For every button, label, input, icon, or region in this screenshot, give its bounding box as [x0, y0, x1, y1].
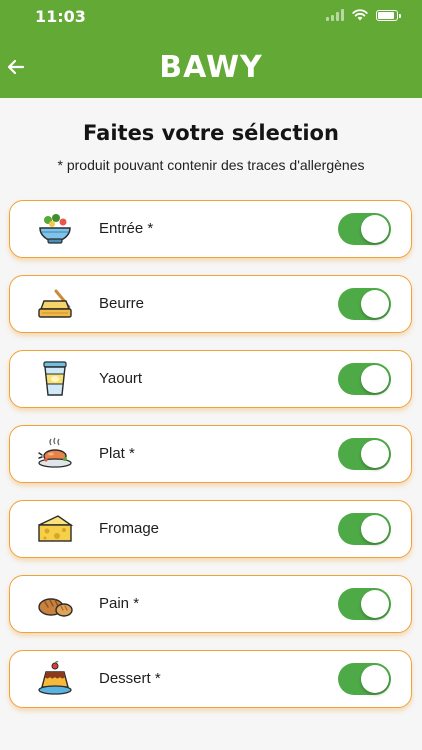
toggle-switch[interactable] [338, 288, 391, 320]
bread-icon [36, 585, 74, 623]
battery-icon [376, 9, 401, 21]
toggle-switch[interactable] [338, 588, 391, 620]
page-title: Faites votre sélection [83, 121, 339, 145]
toggle-switch[interactable] [338, 513, 391, 545]
item-label: Pain * [99, 595, 140, 612]
app-title: BAWY [159, 50, 263, 85]
list-item-plat: Plat * [9, 425, 412, 483]
list-item-dessert: Dessert * [9, 650, 412, 708]
allergen-note: * produit pouvant contenir des traces d'… [57, 157, 365, 173]
navigation-bar: BAWY [0, 36, 422, 98]
item-label: Dessert * [99, 670, 161, 687]
yogurt-icon [36, 360, 74, 398]
status-time: 11:03 [35, 7, 86, 26]
butter-icon [36, 285, 74, 323]
status-bar: 11:03 [0, 0, 422, 36]
toggle-switch[interactable] [338, 363, 391, 395]
item-label: Beurre [99, 295, 145, 312]
toggle-switch[interactable] [338, 663, 391, 695]
item-label: Plat * [99, 445, 135, 462]
item-label: Yaourt [99, 370, 143, 387]
list-item-yaourt: Yaourt [9, 350, 412, 408]
toggle-switch[interactable] [338, 213, 391, 245]
category-list: Entrée * Beurre Yaourt Plat * Fromage Pa… [9, 200, 412, 725]
salad-bowl-icon [36, 210, 74, 248]
list-item-pain: Pain * [9, 575, 412, 633]
status-icons [326, 9, 401, 21]
pudding-icon [36, 660, 74, 698]
roast-dish-icon [36, 435, 74, 473]
cellular-signal-icon [326, 9, 344, 21]
item-label: Entrée * [99, 220, 154, 237]
item-label: Fromage [99, 520, 160, 537]
list-item-entree: Entrée * [9, 200, 412, 258]
list-item-beurre: Beurre [9, 275, 412, 333]
toggle-switch[interactable] [338, 438, 391, 470]
list-item-fromage: Fromage [9, 500, 412, 558]
cheese-icon [36, 510, 74, 548]
wifi-icon [352, 9, 368, 21]
